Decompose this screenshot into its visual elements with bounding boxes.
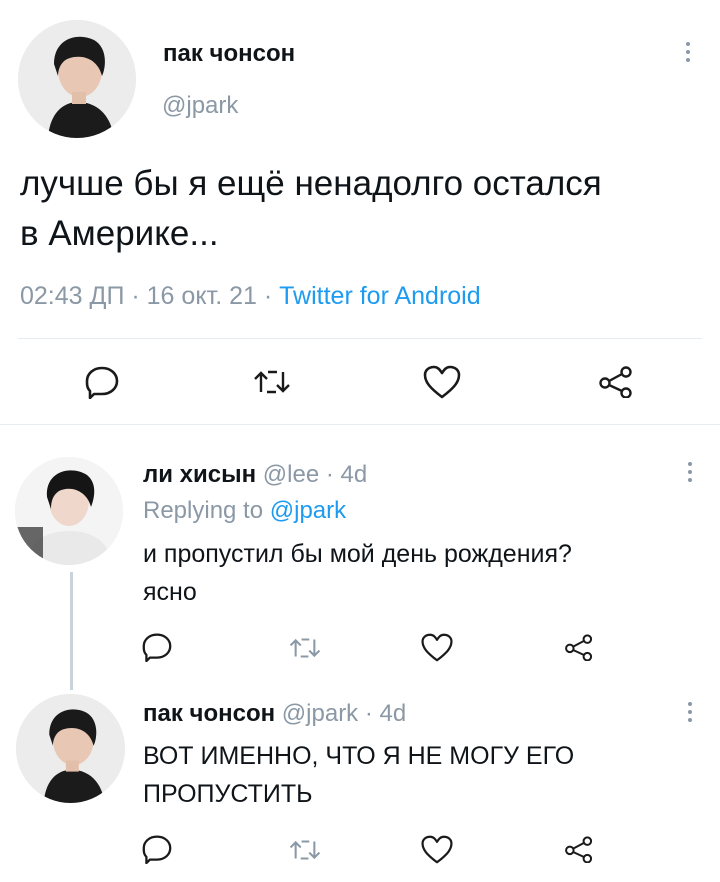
meta-separator: · (131, 282, 140, 310)
retweet-icon[interactable] (252, 366, 292, 398)
avatar-main[interactable] (18, 20, 136, 138)
like-icon[interactable] (420, 834, 454, 865)
reply-age: 4d (379, 700, 407, 727)
reply2-header: пак чонсон @jpark · 4d (143, 700, 406, 728)
tweet-date: 16 окт. 21 (146, 282, 257, 310)
like-icon[interactable] (422, 364, 462, 400)
retweet-icon[interactable] (288, 634, 322, 662)
client-link[interactable]: Twitter for Android (279, 282, 480, 310)
share-icon[interactable] (564, 634, 594, 661)
reply-icon[interactable] (84, 365, 120, 399)
reply2-text-line2: ПРОПУСТИТЬ (143, 780, 313, 808)
tweet-meta: 02:43 ДП · 16 окт. 21 · Twitter for Andr… (20, 282, 481, 311)
meta-separator: · (325, 461, 334, 488)
tweet-time: 02:43 ДП (20, 282, 125, 310)
replying-to: Replying to @jpark (143, 497, 346, 525)
reply1-header: ли хисын @lee · 4d (143, 461, 367, 489)
tweet-text-line2: в Америке... (20, 214, 219, 253)
like-icon[interactable] (420, 632, 454, 663)
share-icon[interactable] (598, 366, 634, 398)
tweet-text-line1: лучше бы я ещё ненадолго остался (20, 164, 602, 203)
display-name[interactable]: пак чонсон (143, 700, 275, 727)
meta-separator: · (364, 700, 373, 727)
avatar-reply2[interactable] (16, 694, 125, 803)
replying-prefix: Replying to (143, 497, 264, 524)
more-icon[interactable] (680, 458, 700, 488)
meta-separator: · (263, 282, 273, 310)
more-icon[interactable] (680, 698, 700, 728)
handle[interactable]: @jpark (282, 700, 358, 727)
share-icon[interactable] (564, 836, 594, 863)
display-name[interactable]: ли хисын (143, 461, 256, 488)
reply-age: 4d (340, 461, 368, 488)
reply1-text-line2: ясно (143, 578, 197, 606)
display-name[interactable]: пак чонсон (163, 40, 295, 68)
avatar-reply1[interactable] (15, 457, 123, 565)
reply1-text-line1: и пропустил бы мой день рождения? (143, 540, 572, 568)
more-icon[interactable] (678, 38, 698, 68)
handle[interactable]: @lee (263, 461, 319, 488)
reply-icon[interactable] (141, 834, 173, 864)
retweet-icon[interactable] (288, 836, 322, 864)
divider (0, 424, 720, 425)
reply-icon[interactable] (141, 632, 173, 662)
thread-line (70, 572, 73, 690)
divider (18, 338, 702, 339)
handle[interactable]: @jpark (162, 92, 238, 120)
reply2-text-line1: ВОТ ИМЕННО, ЧТО Я НЕ МОГУ ЕГО (143, 742, 575, 770)
replying-handle[interactable]: @jpark (270, 497, 346, 524)
